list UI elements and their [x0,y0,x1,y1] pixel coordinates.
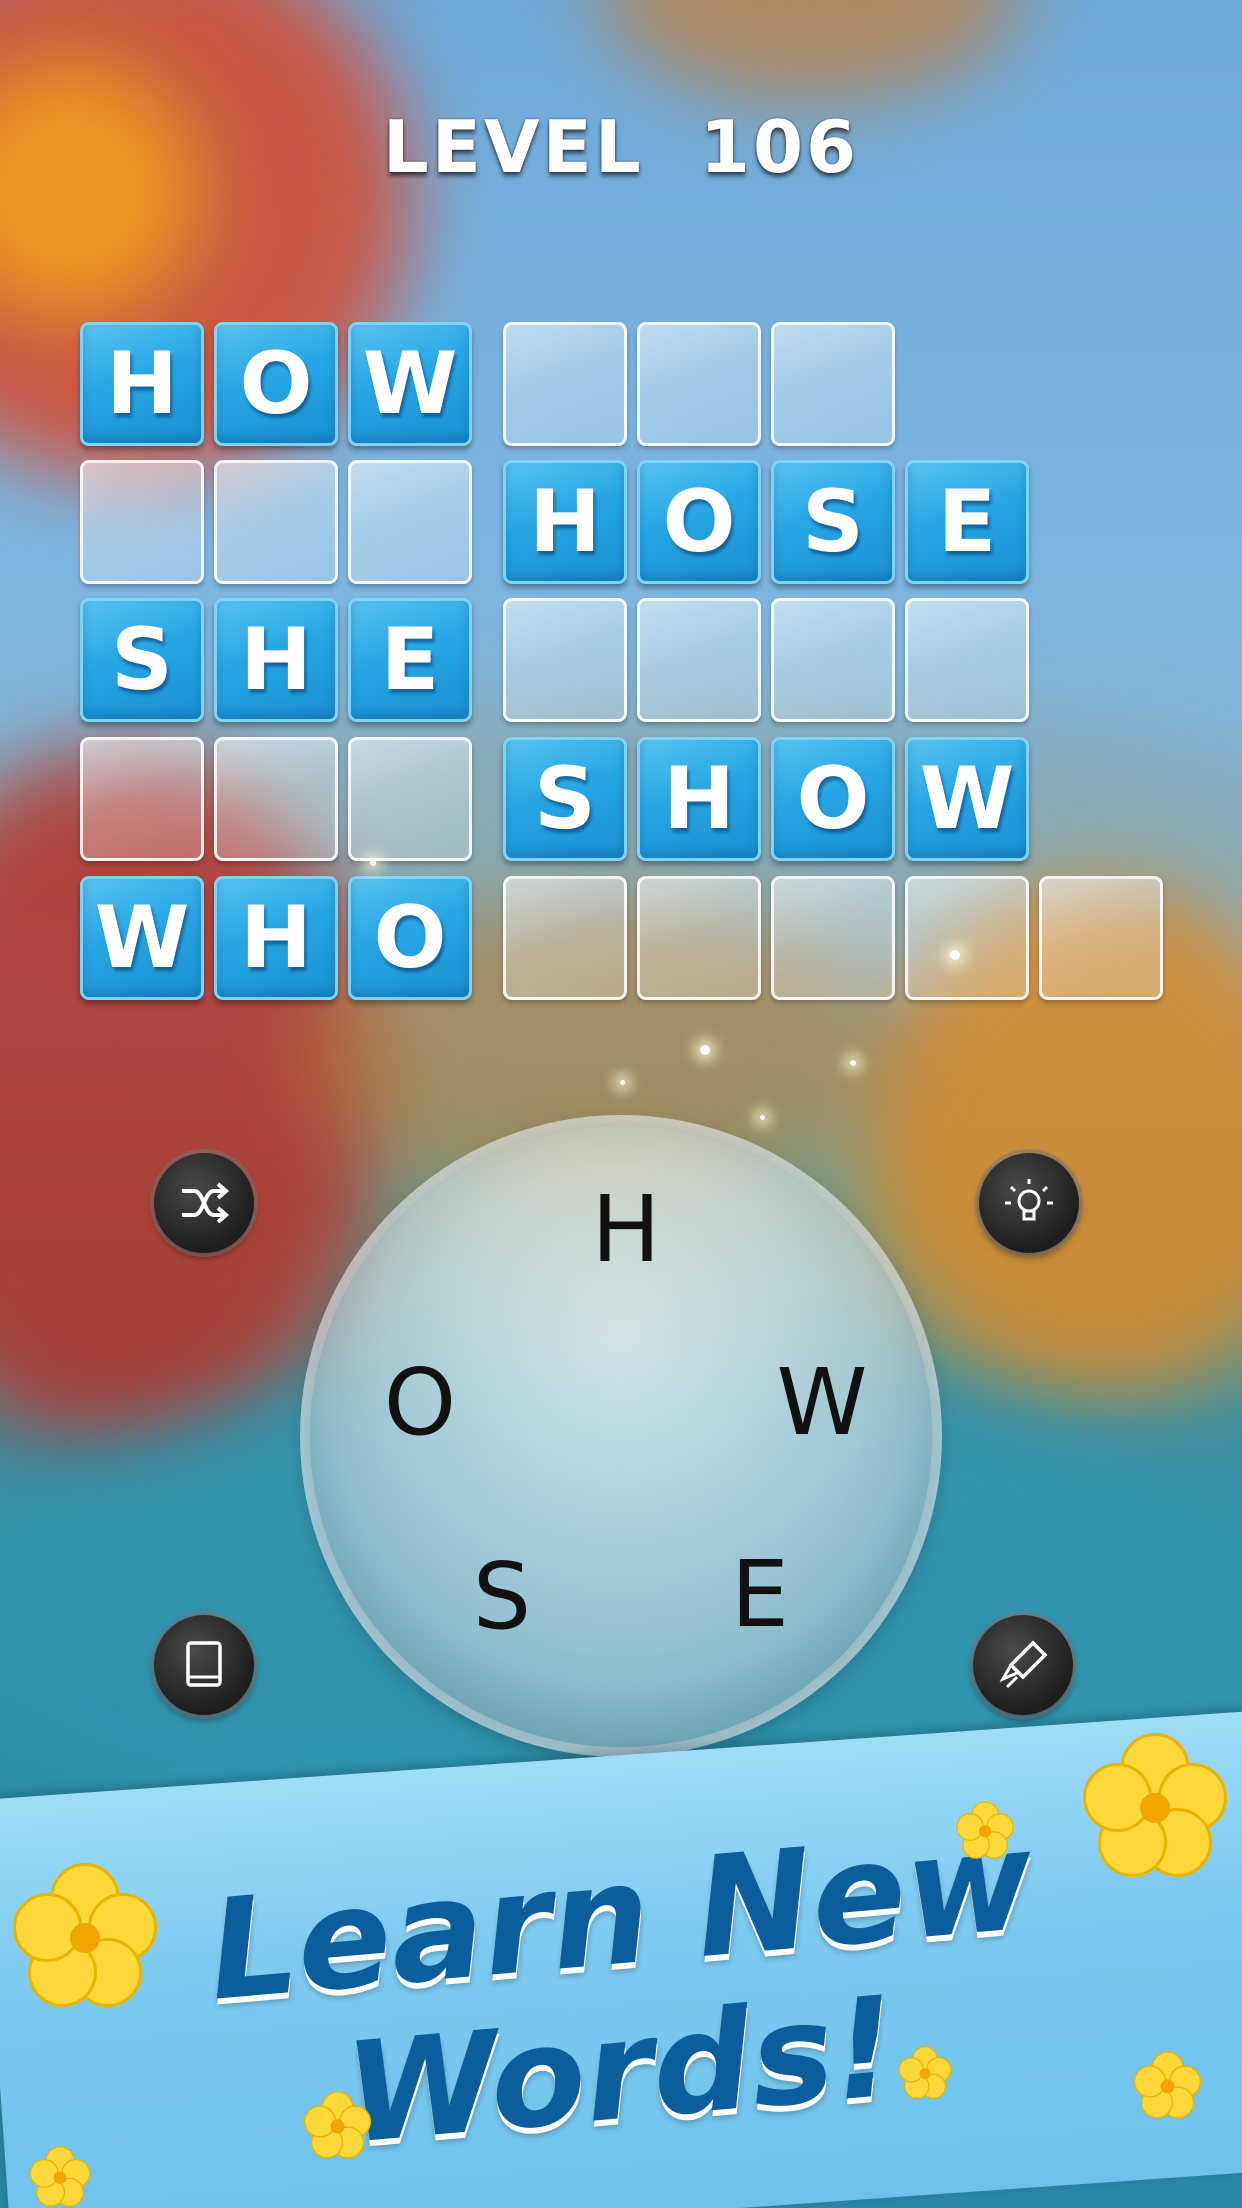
letter-tile-solved: E [905,460,1029,584]
wheel-letter[interactable]: E [705,1540,815,1650]
sparkle [700,1045,710,1055]
sparkle [620,1080,625,1085]
letter-tile-solved: H [503,460,627,584]
letter-tile-solved: W [80,876,204,1000]
rocket-button[interactable] [973,1615,1073,1715]
game-screen: LEVEL 106 HOWSHEWHOHOSESHOW H W E S O Le… [0,0,1242,2208]
rocket-icon [999,1640,1048,1689]
flower-icon [898,2046,952,2099]
flower-icon [1133,2051,1202,2119]
letter-tile-solved: S [80,598,204,722]
letter-tile-empty [348,460,472,584]
sparkle [950,950,960,960]
letter-tile-empty [503,322,627,446]
letter-tile-solved: H [214,598,338,722]
letter-tile-empty [905,876,1029,1000]
letter-tile-empty [771,598,895,722]
letter-tile-solved: O [214,322,338,446]
letter-tile-empty [80,460,204,584]
sparkle [760,1115,765,1120]
level-title: LEVEL 106 [382,105,860,189]
letter-tile-empty [214,737,338,861]
letter-tile-empty [348,737,472,861]
letter-tile-empty [503,876,627,1000]
flower-icon [13,1863,157,2007]
letter-tile-solved: O [771,737,895,861]
letter-tile-solved: W [348,322,472,446]
letter-tile-empty [905,598,1029,722]
letter-tile-solved: H [214,876,338,1000]
dictionary-button[interactable] [154,1615,254,1715]
flower-icon [956,1801,1014,1859]
letter-tile-empty [771,876,895,1000]
lightbulb-icon [1005,1179,1053,1221]
letter-tile-solved: H [80,322,204,446]
wheel-letter[interactable]: W [767,1348,877,1458]
sparkle [370,860,376,866]
wheel-letter[interactable]: H [571,1175,681,1285]
book-icon [186,1641,222,1687]
letter-tile-solved: O [348,876,472,1000]
hint-button[interactable] [979,1153,1079,1253]
letter-tile-empty [214,460,338,584]
letter-tile-solved: O [637,460,761,584]
letter-tile-empty [771,322,895,446]
letter-tile-solved: W [905,737,1029,861]
letter-tile-empty [1039,876,1163,1000]
letter-tile-solved: S [503,737,627,861]
wheel-letter[interactable]: S [447,1542,557,1652]
flower-icon [29,2146,91,2207]
letter-tile-empty [503,598,627,722]
letter-tile-empty [637,876,761,1000]
letter-tile-empty [637,322,761,446]
letter-tile-solved: E [348,598,472,722]
letter-tile-empty [80,737,204,861]
letter-wheel[interactable]: HWE SO [310,1125,932,1747]
background-foliage-top [600,0,1020,100]
shuffle-icon [182,1182,230,1224]
flower-icon [1083,1733,1227,1877]
shuffle-button[interactable] [154,1153,254,1253]
flower-icon [303,2091,372,2159]
letter-tile-solved: S [771,460,895,584]
letter-tile-solved: H [637,737,761,861]
letter-tile-empty [637,598,761,722]
sparkle [850,1060,856,1066]
wheel-letter[interactable]: O [365,1348,475,1458]
